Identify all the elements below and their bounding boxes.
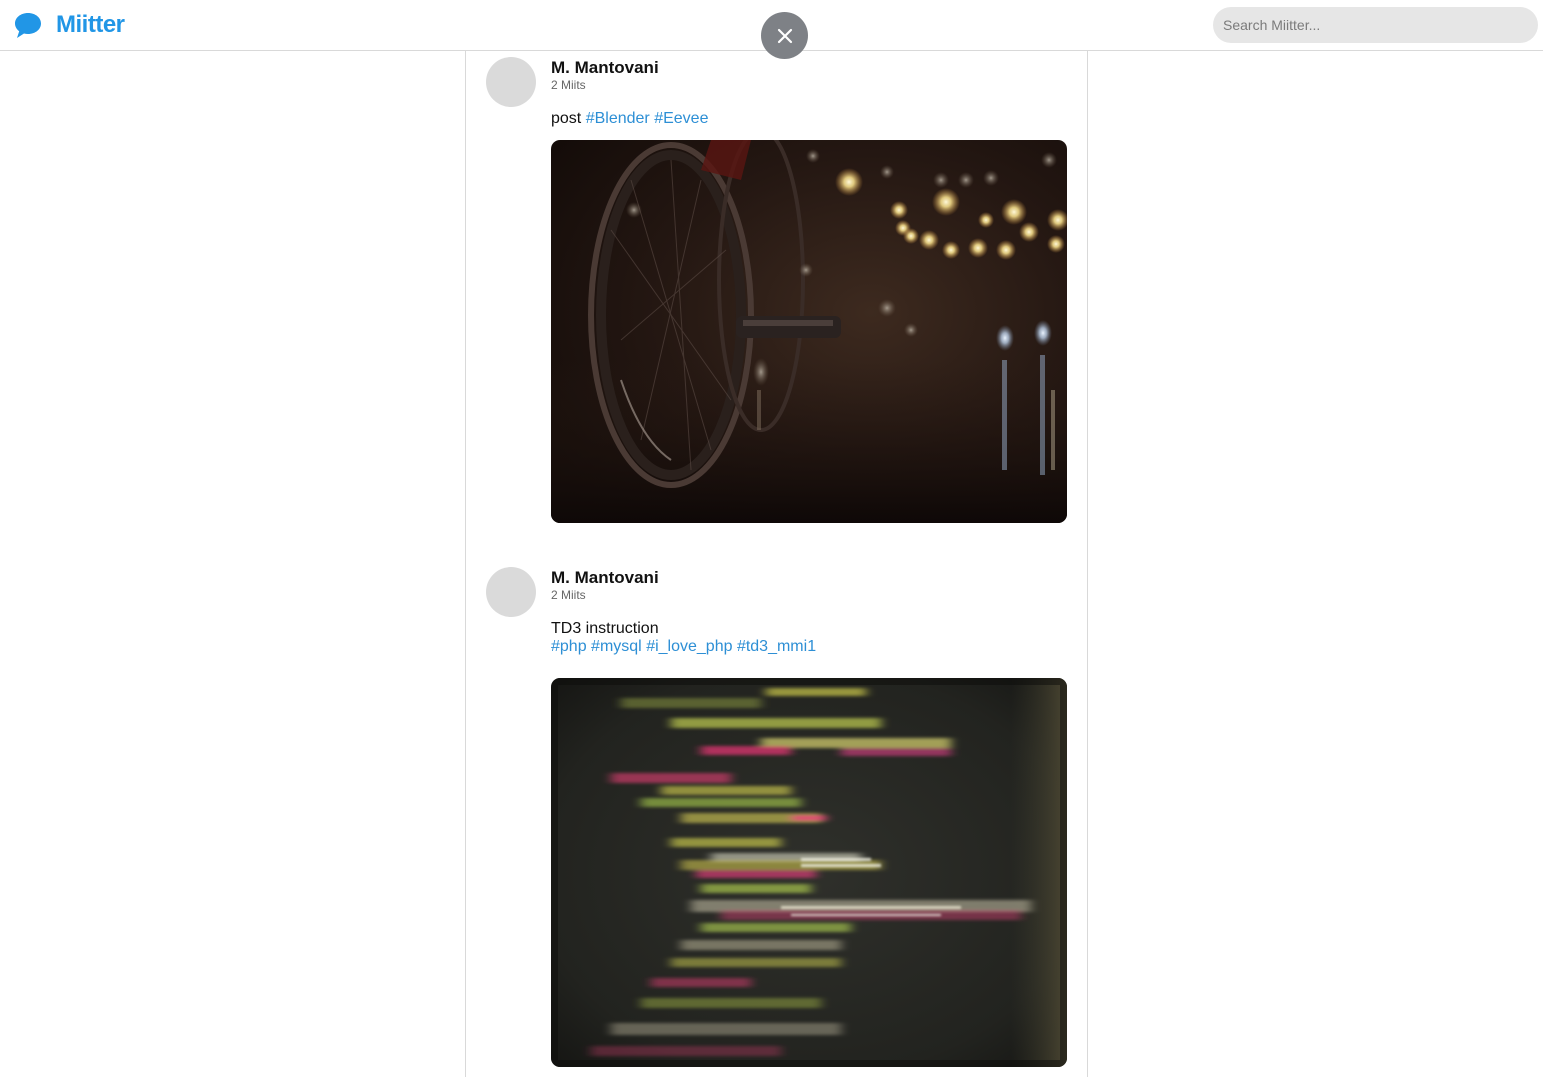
- close-button[interactable]: [761, 12, 808, 59]
- post-count: 2 Miits: [551, 78, 586, 92]
- brand-logo[interactable]: Miitter: [14, 10, 125, 40]
- post-image[interactable]: [551, 140, 1067, 523]
- post-text: TD3 instruction #php #mysql #i_love_php …: [551, 620, 1067, 656]
- post-body: post: [551, 110, 582, 127]
- bike-night-photo: [551, 140, 1067, 523]
- hashtag-link[interactable]: #mysql: [591, 638, 642, 655]
- hashtag-link[interactable]: #td3_mmi1: [737, 638, 816, 655]
- close-icon: [777, 28, 792, 43]
- hashtag-link[interactable]: #php: [551, 638, 587, 655]
- avatar[interactable]: [486, 57, 536, 107]
- hashtag-link[interactable]: #Blender: [586, 110, 650, 127]
- feed-column: M. Mantovani 2 Miits post #Blender #Eeve…: [465, 51, 1088, 1077]
- blurred-code-photo: [551, 678, 1067, 1067]
- hashtag-link[interactable]: #Eevee: [654, 110, 708, 127]
- post-count: 2 Miits: [551, 588, 586, 602]
- hashtag-list: #php #mysql #i_love_php #td3_mmi1: [551, 638, 1067, 656]
- search-input[interactable]: [1213, 7, 1538, 43]
- avatar[interactable]: [486, 567, 536, 617]
- post-image[interactable]: [551, 678, 1067, 1067]
- speech-bubble-icon: [15, 13, 41, 38]
- post-author[interactable]: M. Mantovani: [551, 58, 659, 78]
- app-name: Miitter: [56, 11, 125, 38]
- hashtag-link[interactable]: #i_love_php: [646, 638, 732, 655]
- post-author[interactable]: M. Mantovani: [551, 568, 659, 588]
- post-text: post #Blender #Eevee: [551, 110, 1067, 128]
- post-body: TD3 instruction: [551, 620, 659, 637]
